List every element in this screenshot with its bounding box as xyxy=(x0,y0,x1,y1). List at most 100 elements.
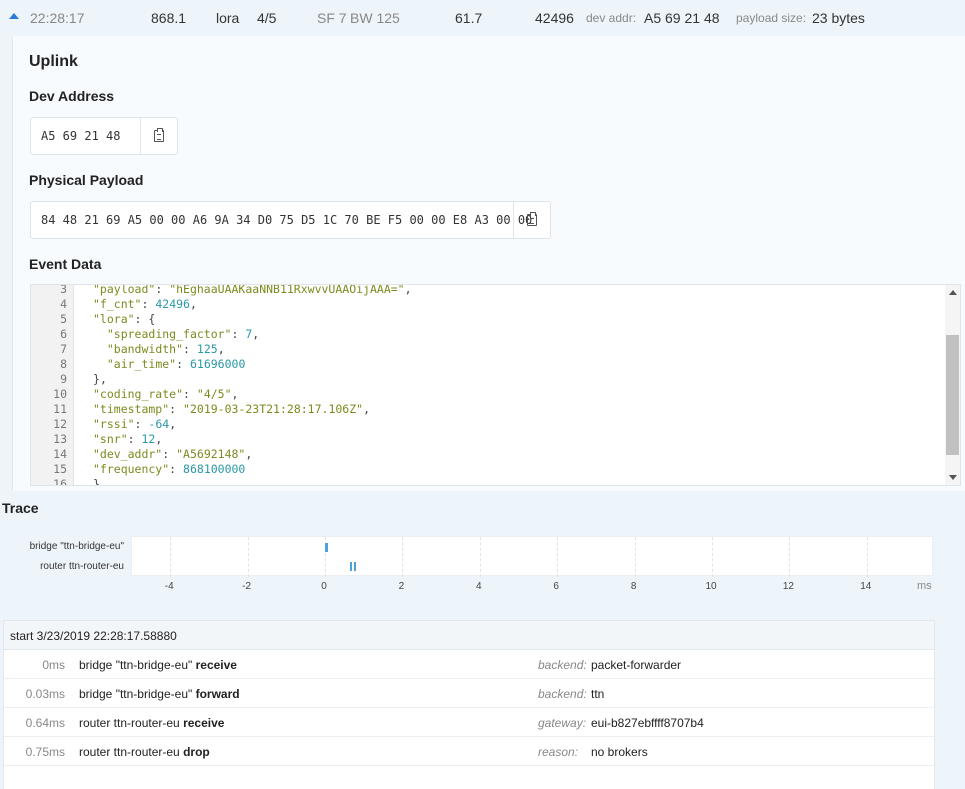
line-number: 15 xyxy=(53,462,67,476)
message-sf: SF 7 xyxy=(317,10,347,26)
line-number: 7 xyxy=(60,342,67,356)
event-attribute-key: backend: xyxy=(538,687,587,701)
trace-title: Trace xyxy=(2,500,39,516)
trace-gridline xyxy=(557,537,559,577)
line-number: 13 xyxy=(53,432,67,446)
code-text[interactable]: "rssi": -64, xyxy=(93,417,176,432)
code-line[interactable]: 13 "snr": 12, xyxy=(31,432,946,447)
code-line[interactable]: 10 "coding_rate": "4/5", xyxy=(31,387,946,402)
code-text[interactable]: "bandwidth": 125, xyxy=(93,342,225,357)
code-text[interactable]: "lora": { xyxy=(93,312,155,327)
physical-payload-heading: Physical Payload xyxy=(29,172,144,188)
trace-gridline xyxy=(789,537,791,577)
event-time: 0.03ms xyxy=(25,687,65,701)
message-summary-row[interactable]: 22:28:17 868.1 lora 4/5 SF 7 BW 125 61.7… xyxy=(0,0,965,36)
code-line[interactable]: 12 "rssi": -64, xyxy=(31,417,946,432)
code-text[interactable]: } xyxy=(93,477,100,485)
payload-size-value: 23 bytes xyxy=(812,10,865,26)
event-attribute-value: eui-b827ebffff8707b4 xyxy=(591,716,704,730)
trace-event-mark xyxy=(326,543,329,552)
code-line[interactable]: 6 "spreading_factor": 7, xyxy=(31,327,946,342)
line-number: 16 xyxy=(53,477,67,486)
trace-gridline xyxy=(170,537,172,577)
code-text[interactable]: "frequency": 868100000 xyxy=(93,462,245,477)
line-number: 5 xyxy=(60,312,67,326)
trace-tick-label: 14 xyxy=(860,581,872,592)
event-time: 0.75ms xyxy=(25,745,65,759)
trace-gridline xyxy=(247,537,249,577)
event-attribute-value: no brokers xyxy=(591,745,648,759)
event-description: router ttn-router-eu receive xyxy=(79,716,224,730)
trace-event-mark xyxy=(349,562,352,571)
code-line[interactable]: 4 "f_cnt": 42496, xyxy=(31,297,946,312)
line-number: 4 xyxy=(60,297,67,311)
event-action: receive xyxy=(195,658,237,672)
code-line[interactable]: 3 "payload": "hEghaaUAAKaaNNB11RxwvvUAAOi… xyxy=(31,285,946,297)
clipboard-icon xyxy=(154,128,164,142)
code-text[interactable]: "timestamp": "2019-03-23T21:28:17.106Z", xyxy=(93,402,370,417)
code-text[interactable]: "snr": 12, xyxy=(93,432,162,447)
message-counter: 42496 xyxy=(535,10,574,26)
event-description: router ttn-router-eu drop xyxy=(79,745,210,759)
message-modulation: lora xyxy=(216,10,240,26)
trace-events-table: start 3/23/2019 22:28:17.58880 0ms bridge… xyxy=(3,620,935,789)
code-line[interactable]: 7 "bandwidth": 125, xyxy=(31,342,946,357)
trace-gridline xyxy=(634,537,636,577)
physical-payload-field[interactable]: 84 48 21 69 A5 00 00 A6 9A 34 D0 75 D5 1… xyxy=(30,201,551,239)
dev-addr-label: dev addr: xyxy=(586,11,637,25)
code-lines[interactable]: 3 "payload": "hEghaaUAAKaaNNB11RxwvvUAAOi… xyxy=(31,285,946,486)
code-text[interactable]: "spreading_factor": 7, xyxy=(93,327,259,342)
trace-start-header: start 3/23/2019 22:28:17.58880 xyxy=(4,621,934,650)
line-number: 14 xyxy=(53,447,67,461)
event-action: drop xyxy=(183,745,210,759)
event-actor: router ttn-router-eu xyxy=(79,745,180,759)
dev-address-field[interactable]: A5 69 21 48 xyxy=(30,117,178,155)
code-line[interactable]: 15 "frequency": 868100000 xyxy=(31,462,946,477)
event-actor: bridge "ttn-bridge-eu" xyxy=(79,658,193,672)
trace-tick-label: -2 xyxy=(242,581,252,592)
code-line[interactable]: 16} xyxy=(31,477,946,486)
scroll-down-icon[interactable] xyxy=(949,475,957,480)
trace-tick-label: 12 xyxy=(782,581,794,592)
trace-tick-label: 4 xyxy=(476,581,482,592)
uplink-title: Uplink xyxy=(29,53,78,70)
code-line[interactable]: 11 "timestamp": "2019-03-23T21:28:17.106Z… xyxy=(31,402,946,417)
copy-physical-payload-button[interactable] xyxy=(513,202,550,238)
code-text[interactable]: "coding_rate": "4/5", xyxy=(93,387,238,402)
code-text[interactable]: }, xyxy=(93,372,107,387)
code-line[interactable]: 5 "lora": { xyxy=(31,312,946,327)
line-number: 12 xyxy=(53,417,67,431)
trace-tick-label: -4 xyxy=(164,581,174,592)
copy-dev-address-button[interactable] xyxy=(140,118,177,154)
message-bw: BW 125 xyxy=(350,10,400,26)
physical-payload-value[interactable]: 84 48 21 69 A5 00 00 A6 9A 34 D0 75 D5 1… xyxy=(41,213,532,227)
trace-row-label-router: router ttn-router-eu xyxy=(40,561,124,572)
trace-start-text: start 3/23/2019 22:28:17.58880 xyxy=(10,629,177,643)
dev-address-value[interactable]: A5 69 21 48 xyxy=(41,129,120,143)
collapse-caret-icon[interactable] xyxy=(9,13,19,19)
line-number: 8 xyxy=(60,357,67,371)
code-text[interactable]: "dev_addr": "A5692148", xyxy=(93,447,252,462)
event-actor: bridge "ttn-bridge-eu" xyxy=(79,687,193,701)
code-line[interactable]: 9}, xyxy=(31,372,946,387)
event-attribute-key: backend: xyxy=(538,658,587,672)
scroll-up-icon[interactable] xyxy=(949,290,957,295)
trace-event-row: 0.64ms router ttn-router-eu receive gatewa… xyxy=(4,708,934,737)
trace-axis-unit: ms xyxy=(917,580,932,592)
code-text[interactable]: "payload": "hEghaaUAAKaaNNB11RxwvvUAAOij… xyxy=(93,285,412,297)
code-text[interactable]: "f_cnt": 42496, xyxy=(93,297,197,312)
event-data-editor[interactable]: 3 "payload": "hEghaaUAAKaaNNB11RxwvvUAAOi… xyxy=(30,284,961,486)
trace-event-mark xyxy=(354,562,357,571)
trace-tick-label: 10 xyxy=(705,581,717,592)
code-text[interactable]: "air_time": 61696000 xyxy=(93,357,246,372)
event-time: 0.64ms xyxy=(25,716,65,730)
editor-scrollbar[interactable] xyxy=(945,285,960,485)
code-line[interactable]: 8 "air_time": 61696000 xyxy=(31,357,946,372)
trace-tick-label: 2 xyxy=(398,581,405,592)
scrollbar-thumb[interactable] xyxy=(946,335,959,455)
code-line[interactable]: 14 "dev_addr": "A5692148", xyxy=(31,447,946,462)
trace-tick-label: 0 xyxy=(321,581,327,592)
clipboard-icon xyxy=(527,212,537,226)
trace-gridline xyxy=(866,537,868,577)
message-airtime: 61.7 xyxy=(455,10,483,26)
